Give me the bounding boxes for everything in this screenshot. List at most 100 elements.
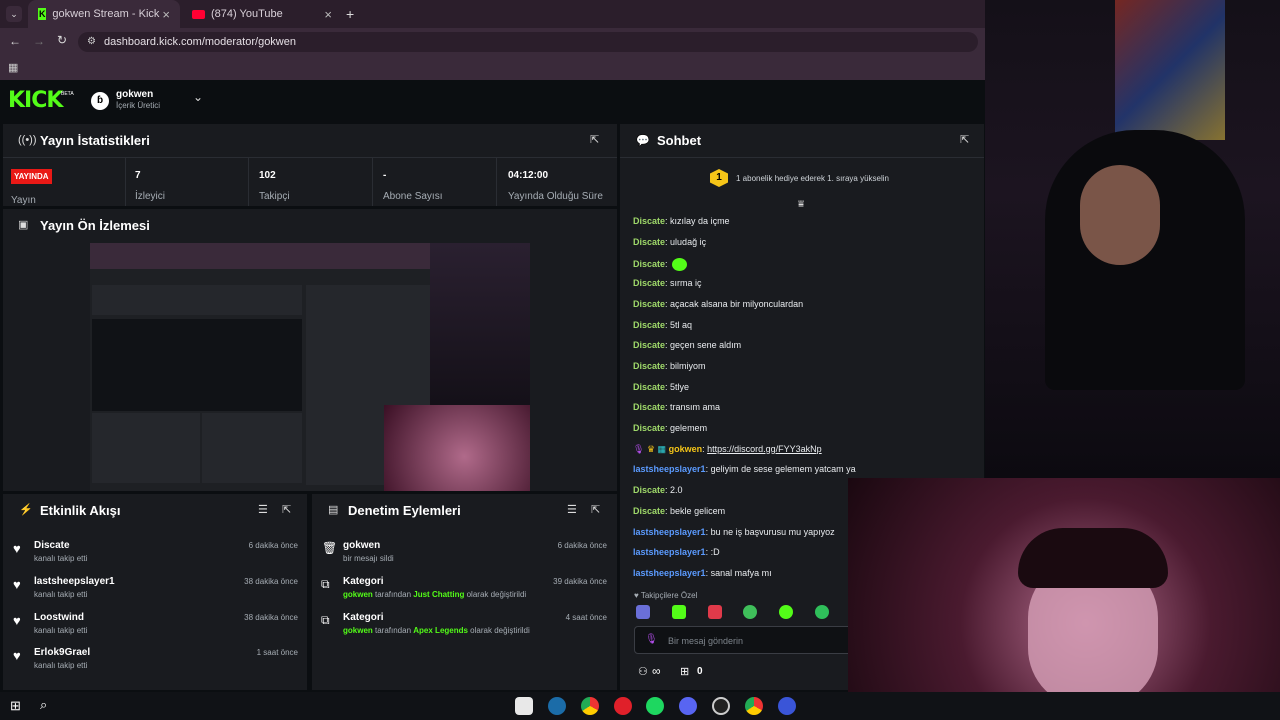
chat-message[interactable]: lastsheepslayer1: :D [633,547,720,557]
chat-message[interactable]: Discate: 5tl aq [633,320,692,330]
heart-icon: ♥ [634,591,639,600]
preview-nested-stats [92,285,302,315]
chat-message[interactable]: Discate: gelemem [633,423,707,433]
list-item[interactable]: ♥ Loostwind kanalı takip etti 38 dakika … [3,610,307,642]
broadcast-icon: ((•)) [18,134,37,146]
search-icon[interactable]: ⌕ [40,697,47,713]
emote-bar [634,605,834,621]
obs-icon[interactable] [712,697,730,715]
crown-badge-icon: ♛ [646,444,656,454]
popout-icon[interactable]: ⇱ [282,503,291,516]
chat-message[interactable]: Discate: transım ama [633,402,720,412]
back-icon[interactable]: ← [9,34,21,48]
preview-nested-video [92,319,302,411]
chat-link[interactable]: https://discord.gg/FYY3akNp [707,444,822,454]
chat-message[interactable]: Discate: uludağ iç [633,237,706,247]
trash-icon: 🗑 [322,541,338,555]
gift-leaderboard[interactable]: 1 1 abonelik hediye ederek 1. sıraya yük… [710,169,910,189]
opera-icon[interactable] [614,697,632,715]
document-icon: ▤ [328,504,339,516]
filter-icon[interactable]: ☰ [258,503,268,516]
list-item[interactable]: ⧉ Kategori gokwen tarafından Apex Legend… [312,610,617,642]
streamer-hair [1018,528,1168,588]
emote-icon[interactable] [672,605,686,619]
address-bar[interactable]: ⚙ dashboard.kick.com/moderator/gokwen [78,32,978,52]
heart-icon: ♥ [13,577,21,592]
dashboard-header: KICK BETA ɓ gokwen İçerik Üretici ⌄ [0,80,985,122]
chat-message[interactable]: Discate: [633,258,688,271]
mic-icon[interactable]: 🎙 [645,634,658,645]
emote-icon[interactable] [636,605,650,619]
forward-icon[interactable]: → [33,34,45,48]
ea-icon[interactable] [778,697,796,715]
spotify-icon[interactable] [646,697,664,715]
list-item[interactable]: 🗑 gokwen bir mesajı sildi 6 dakika önce [312,538,617,570]
list-item[interactable]: ⧉ Kategori gokwen tarafından Just Chatti… [312,574,617,606]
webcam-overlay-top [985,0,1280,480]
popout-icon[interactable]: ⇱ [590,133,599,146]
chrome-active-icon[interactable] [745,697,763,715]
emote-icon[interactable] [743,605,757,619]
chat-message[interactable]: lastsheepslayer1: sanal mafya mı [633,568,772,578]
apps-grid-icon[interactable]: ▦ [8,61,18,74]
chat-message[interactable]: lastsheepslayer1: bu ne iş başvurusu mu … [633,527,835,537]
chat-footer: ⚇ ∞ ⊞ 0 [636,664,736,680]
preview-title: Yayın Ön İzlemesi [40,218,150,233]
new-tab-button[interactable]: + [346,6,354,22]
list-item[interactable]: ♥ Discate kanalı takip etti 6 dakika önc… [3,538,307,570]
youtube-favicon-icon [192,9,205,19]
stat-cell-subscribers: - Abone Sayısı [372,158,496,206]
tab-search-button[interactable]: ⌄ [6,6,22,22]
chat-message[interactable]: Discate: 5tlye [633,382,689,392]
steam-icon[interactable] [548,697,566,715]
founder-badge-icon: ▦ [657,444,667,454]
site-info-icon[interactable]: ⚙ [87,36,96,47]
channel-switch-chevron-down-icon[interactable]: ⌄ [193,90,203,104]
tab-youtube[interactable]: (874) YouTube × [182,0,342,28]
popout-icon[interactable]: ⇱ [960,133,969,146]
chat-message[interactable]: lastsheepslayer1: geliyim de sese geleme… [633,464,856,474]
preview-panel: ▣ Yayın Ön İzlemesi [3,209,617,491]
close-icon[interactable]: × [162,7,170,22]
chat-message[interactable]: Discate: bekle gelicem [633,506,725,516]
close-icon[interactable]: × [324,7,332,22]
gift-icon[interactable]: ⊞ [680,665,689,678]
streamer-silhouette [1045,130,1245,390]
windows-start-icon[interactable]: ⊞ [10,698,21,714]
users-icon[interactable]: ⚇ [638,665,648,678]
emote-icon [672,258,688,271]
reload-icon[interactable]: ↻ [57,33,67,47]
chat-message[interactable]: Discate: kızılay da içme [633,216,730,226]
chat-message[interactable]: Discate: bilmiyom [633,361,706,371]
chrome-icon[interactable] [581,697,599,715]
discord-icon[interactable] [679,697,697,715]
kick-favicon-icon: K [38,8,47,20]
heart-icon: ♥ [13,541,21,556]
list-item[interactable]: ♥ lastsheepslayer1 kanalı takip etti 38 … [3,574,307,606]
gift-count: 0 [697,666,703,677]
popout-icon[interactable]: ⇱ [591,503,600,516]
chat-message[interactable]: Discate: 2.0 [633,485,683,495]
chat-title: Sohbet [657,133,702,148]
lightning-icon: ⚡ [19,504,33,516]
heart-icon: ♥ [13,648,21,663]
chat-message[interactable]: Discate: geçen sene aldım [633,340,741,350]
emote-icon[interactable] [779,605,793,619]
list-item[interactable]: ♥ Erlok9Grael kanalı takip etti 1 saat ö… [3,645,307,677]
preview-icon: ▣ [18,219,29,231]
stats-title: Yayın İstatistikleri [40,133,150,148]
store-icon[interactable] [515,697,533,715]
emote-icon[interactable] [708,605,722,619]
filter-icon[interactable]: ☰ [567,503,577,516]
chat-filter-icon[interactable]: ⩸ [798,199,804,210]
beta-badge: BETA [61,91,74,97]
chat-message[interactable]: Discate: sırma iç [633,278,702,288]
chat-message[interactable]: Discate: açacak alsana bir milyoncularda… [633,299,803,309]
chat-input[interactable]: 🎙 Bir mesaj gönderin [634,626,874,654]
stream-preview-video[interactable] [90,243,530,491]
tab-kick-dashboard[interactable]: K gokwen Stream - Kick Dashboard × [28,0,180,28]
kick-logo[interactable]: KICK [8,88,63,113]
chat-message[interactable]: 🎙 ♛ ▦ gokwen: https://discord.gg/FYY3akN… [633,444,822,455]
channel-avatar[interactable]: ɓ [91,92,109,110]
emote-icon[interactable] [815,605,829,619]
